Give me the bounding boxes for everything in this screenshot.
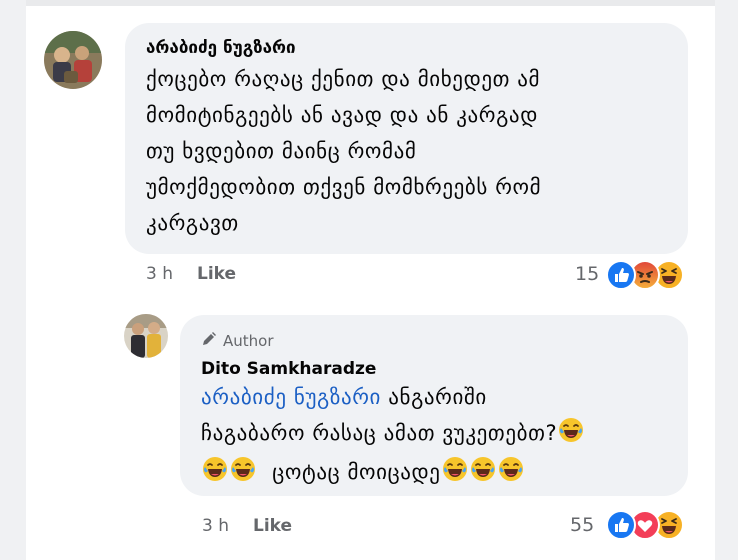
like-icon: [606, 510, 636, 540]
comment-line: კარგავთ: [146, 211, 239, 235]
reply-like-button[interactable]: Like: [253, 516, 292, 536]
comment-author[interactable]: არაბიძე ნუგზარი: [146, 38, 296, 58]
comment-thread: არაბიძე ნუგზარი ქოცებო რაღაც ქენით და მი…: [0, 0, 738, 560]
author-badge: Author: [201, 331, 274, 351]
reply-bubble: Author Dito Samkharadze არაბიძე ნუგზარი …: [180, 315, 688, 496]
screen-edge-top: [0, 0, 738, 6]
laughing-tears-emoji: [442, 456, 468, 493]
reply-meta: 3 h Like: [202, 516, 292, 536]
comment-reaction-count[interactable]: 15: [575, 263, 599, 285]
laughing-tears-emoji: [230, 456, 256, 493]
screen-edge-left: [0, 0, 26, 560]
reply-line-text: ჩაგაბარო რასაც ამათ ვუკეთებთ?: [201, 421, 558, 445]
laughing-tears-emoji: [558, 417, 584, 454]
comment-line: მომიტინგეებს ან ავად და ან კარგად: [146, 103, 538, 127]
comment-meta: 3 h Like: [146, 264, 236, 284]
comment-reactions[interactable]: [606, 260, 684, 290]
comment-timestamp[interactable]: 3 h: [146, 264, 173, 284]
comment-like-button[interactable]: Like: [197, 264, 236, 284]
reply-line-text: ანგარიში: [388, 385, 487, 409]
commenter-avatar[interactable]: [44, 31, 102, 89]
comment-line: თუ ხვდებით მაინც რომამ: [146, 139, 417, 163]
laughing-tears-emoji: [470, 456, 496, 493]
reply-body: არაბიძე ნუგზარი ანგარიში ჩაგაბარო რასაც …: [201, 379, 585, 493]
reply-line: არაბიძე ნუგზარი ანგარიში: [201, 379, 585, 415]
reply-line: ჩაგაბარო რასაც ამათ ვუკეთებთ?: [201, 415, 585, 454]
reply-line: ცოტაც მოიცადე: [201, 454, 585, 493]
pencil-icon: [201, 331, 217, 351]
laughing-tears-emoji: [202, 456, 228, 493]
comment-bubble: არაბიძე ნუგზარი ქოცებო რაღაც ქენით და მი…: [125, 23, 688, 254]
replier-avatar[interactable]: [124, 314, 168, 358]
reply-reaction-count[interactable]: 55: [570, 514, 594, 536]
comment-line: ქოცებო რაღაც ქენით და მიხედეთ ამ: [146, 67, 541, 91]
comment-line: უმოქმედობით თქვენ მომხრეებს რომ: [146, 175, 542, 199]
screen-edge-right: [715, 0, 738, 560]
reply-line-text: ცოტაც მოიცადე: [272, 460, 441, 484]
laughing-tears-emoji: [498, 456, 524, 493]
author-badge-label: Author: [223, 332, 274, 350]
like-icon: [606, 260, 636, 290]
reply-author[interactable]: Dito Samkharadze: [201, 359, 376, 379]
reply-reactions[interactable]: [606, 510, 684, 540]
comment-body: ქოცებო რაღაც ქენით და მიხედეთ ამ მომიტინ…: [146, 61, 541, 241]
mention-link[interactable]: არაბიძე ნუგზარი: [201, 385, 381, 409]
reply-timestamp[interactable]: 3 h: [202, 516, 229, 536]
